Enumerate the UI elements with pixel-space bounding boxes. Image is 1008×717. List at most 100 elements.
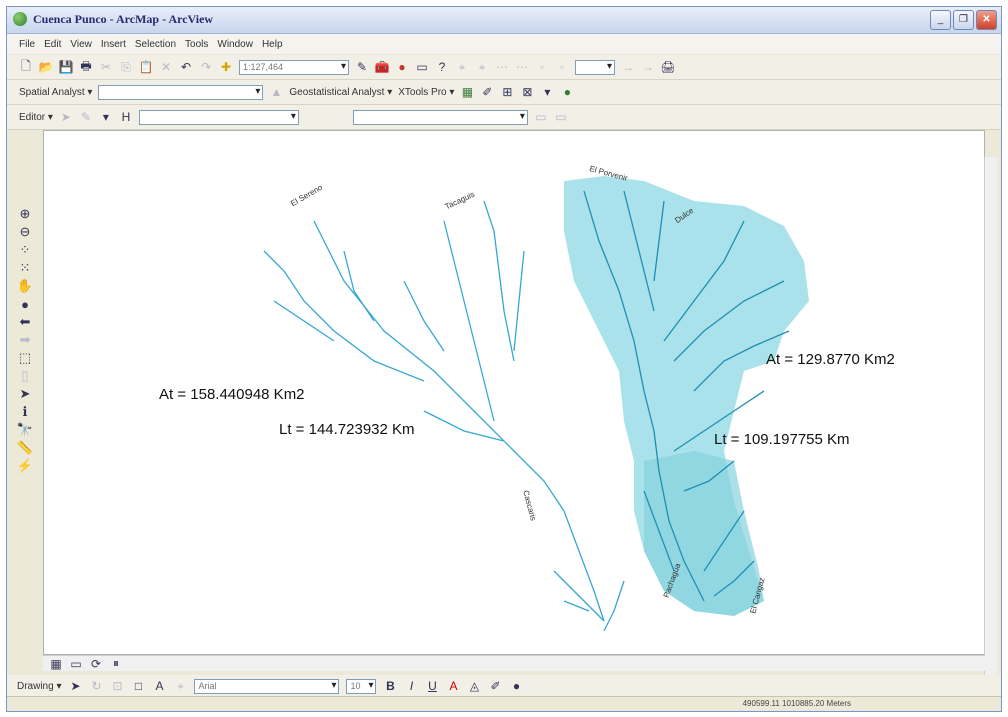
geostatistical-analyst-menu[interactable]: Geostatistical Analyst ▾ xyxy=(289,87,392,98)
identify-icon[interactable]: ℹ xyxy=(18,404,32,419)
menu-insert[interactable]: Insert xyxy=(101,39,126,50)
topology-icon-5[interactable]: ◦ xyxy=(535,60,549,74)
forward-extent-icon[interactable]: ➡ xyxy=(18,332,32,347)
info-icon[interactable]: ● xyxy=(560,85,574,99)
minimize-button[interactable]: _ xyxy=(930,10,951,30)
command-line-icon[interactable]: ▭ xyxy=(415,60,429,74)
data-view-icon[interactable]: ▦ xyxy=(49,657,63,671)
close-button[interactable]: ✕ xyxy=(976,10,997,30)
arrow-icon-1[interactable]: → xyxy=(621,60,635,74)
menu-selection[interactable]: Selection xyxy=(135,39,176,50)
topology-icon-3[interactable]: ⋯ xyxy=(495,60,509,74)
attributes-icon[interactable]: ▭ xyxy=(534,110,548,124)
spatial-analyst-layer-combo[interactable] xyxy=(98,84,264,100)
left-trib-1 xyxy=(263,250,425,382)
copy-icon[interactable]: ⎘ xyxy=(119,60,133,74)
arccatalog-icon[interactable]: ● xyxy=(395,60,409,74)
topology-icon-4[interactable]: ⋯ xyxy=(515,60,529,74)
xtools-icon-2[interactable]: ✐ xyxy=(480,85,494,99)
left-trib-6 xyxy=(403,280,445,352)
layer-combo[interactable] xyxy=(575,59,615,75)
whats-this-icon[interactable]: ? xyxy=(435,60,449,74)
save-icon[interactable]: 💾 xyxy=(59,60,74,74)
fill-color-icon[interactable]: ◬ xyxy=(467,679,481,693)
left-trib-10 xyxy=(603,580,625,632)
delete-icon[interactable]: ✕ xyxy=(159,60,173,74)
topology-icon-1[interactable]: ⌖ xyxy=(455,60,469,74)
split-tool-icon[interactable]: H xyxy=(119,110,133,124)
rectangle-icon[interactable]: □ xyxy=(131,679,145,693)
xtools-icon-5[interactable]: ▾ xyxy=(540,85,554,99)
rotate-icon[interactable]: ↻ xyxy=(89,679,103,693)
fixed-zoom-out-icon[interactable]: ⁙ xyxy=(18,260,32,275)
clear-selection-icon[interactable]: ▯ xyxy=(18,368,32,383)
editor-menu[interactable]: Editor ▾ xyxy=(19,112,53,123)
underline-icon[interactable]: U xyxy=(425,679,439,693)
printer-setup-icon[interactable]: 🖨 xyxy=(660,60,675,74)
pause-draw-icon[interactable]: ⏸ xyxy=(109,656,123,671)
full-extent-icon[interactable]: ● xyxy=(18,297,32,312)
xtools-icon-4[interactable]: ⊠ xyxy=(520,85,534,99)
histogram-icon[interactable]: ▲ xyxy=(269,85,283,99)
italic-icon[interactable]: I xyxy=(404,679,418,693)
topology-icon-6[interactable]: ◦ xyxy=(555,60,569,74)
refresh-icon[interactable]: ⟳ xyxy=(89,657,103,671)
edit-vertices-icon[interactable]: ⌖ xyxy=(173,679,187,693)
undo-icon[interactable]: ↶ xyxy=(179,60,193,74)
map-scale-combo[interactable]: 1:127,464 xyxy=(239,59,349,75)
zoom-whole-page-icon[interactable]: ⊡ xyxy=(110,679,124,693)
drawing-menu[interactable]: Drawing ▾ xyxy=(17,681,61,692)
maximize-button[interactable]: ❐ xyxy=(953,10,974,30)
fixed-zoom-in-icon[interactable]: ⁘ xyxy=(18,242,32,257)
xtools-pro-menu[interactable]: XTools Pro ▾ xyxy=(398,87,454,98)
select-elements-draw-icon[interactable]: ➤ xyxy=(68,679,82,693)
xtools-icon-1[interactable]: ▦ xyxy=(460,85,474,99)
measure-icon[interactable]: 📏 xyxy=(17,440,33,455)
font-color-icon[interactable]: A xyxy=(446,679,460,693)
select-features-icon[interactable]: ⬚ xyxy=(18,350,32,365)
arctoolbox-icon[interactable]: 🧰 xyxy=(375,60,390,74)
editor-toolbar-icon[interactable]: ✎ xyxy=(355,60,369,74)
open-folder-icon[interactable]: 📂 xyxy=(39,60,54,74)
sketch-tool-icon[interactable]: ✎ xyxy=(79,110,93,124)
cut-icon[interactable]: ✂ xyxy=(99,60,113,74)
font-combo[interactable]: Arial xyxy=(194,678,340,694)
topology-icon-2[interactable]: ⌖ xyxy=(475,60,489,74)
map-view[interactable]: At = 158.440948 Km2 Lt = 144.723932 Km A… xyxy=(43,130,985,655)
menu-view[interactable]: View xyxy=(70,39,92,50)
drawing-toolbar: Drawing ▾ ➤ ↻ ⊡ □ A ⌖ Arial 10 B I U A ◬… xyxy=(7,675,1001,697)
left-trib-4 xyxy=(273,300,335,342)
hyperlink-icon[interactable]: ⚡ xyxy=(17,458,33,473)
print-icon[interactable]: 🖶 xyxy=(79,59,93,74)
select-elements-icon[interactable]: ➤ xyxy=(18,386,32,401)
menu-tools[interactable]: Tools xyxy=(185,39,208,50)
menu-help[interactable]: Help xyxy=(262,39,283,50)
layout-view-icon[interactable]: ▭ xyxy=(69,657,83,671)
zoom-out-icon[interactable]: ⊖ xyxy=(18,224,32,239)
bold-icon[interactable]: B xyxy=(383,679,397,693)
add-data-icon[interactable]: ✚ xyxy=(219,60,233,74)
pan-icon[interactable]: ✋ xyxy=(17,278,33,293)
edit-task-combo[interactable] xyxy=(138,109,299,125)
font-size-combo[interactable]: 10 xyxy=(346,678,377,694)
zoom-in-icon[interactable]: ⊕ xyxy=(18,206,32,221)
line-color-icon[interactable]: ✐ xyxy=(488,679,502,693)
edit-target-combo[interactable] xyxy=(352,109,528,125)
back-extent-icon[interactable]: ⬅ xyxy=(18,314,32,329)
find-icon[interactable]: 🔭 xyxy=(17,422,33,437)
spatial-analyst-menu[interactable]: Spatial Analyst ▾ xyxy=(19,87,92,98)
text-icon[interactable]: A xyxy=(152,679,166,693)
arrow-icon-2[interactable]: → xyxy=(641,60,655,74)
menu-edit[interactable]: Edit xyxy=(44,39,61,50)
marker-color-icon[interactable]: ● xyxy=(509,679,523,693)
sketch-dropdown-icon[interactable]: ▾ xyxy=(99,110,113,124)
redo-icon[interactable]: ↷ xyxy=(199,60,213,74)
xtools-icon-3[interactable]: ⊞ xyxy=(500,85,514,99)
menu-window[interactable]: Window xyxy=(217,39,253,50)
menu-file[interactable]: File xyxy=(19,39,35,50)
new-document-icon[interactable]: 🗋 xyxy=(19,59,33,74)
edit-tool-icon[interactable]: ➤ xyxy=(59,110,73,124)
map-vertical-scrollbar[interactable] xyxy=(984,157,997,677)
paste-icon[interactable]: 📋 xyxy=(139,60,154,74)
sketch-properties-icon[interactable]: ▭ xyxy=(554,110,568,124)
